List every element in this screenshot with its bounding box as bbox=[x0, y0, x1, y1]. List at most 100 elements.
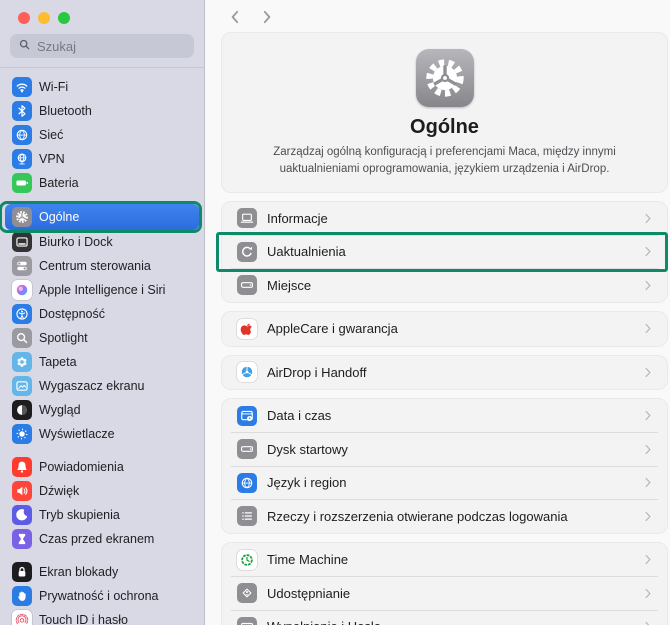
speaker-icon bbox=[12, 481, 32, 501]
sidebar-item-biurko-i-dock[interactable]: Biurko i Dock bbox=[5, 230, 199, 254]
sidebar-item-label: Prywatność i ochrona bbox=[39, 589, 159, 603]
back-button[interactable] bbox=[227, 9, 243, 25]
sidebar-item-tapeta[interactable]: Tapeta bbox=[5, 350, 199, 374]
settings-row-label: Miejsce bbox=[267, 277, 312, 293]
sidebar-item-centrum-sterowania[interactable]: Centrum sterowania bbox=[5, 254, 199, 278]
sidebar-item-wyswietlacze[interactable]: Wyświetlacze bbox=[5, 422, 199, 446]
sidebar-item-wyglad[interactable]: Wygląd bbox=[5, 398, 199, 422]
settings-row-wype-nianie-i-has-a[interactable]: Wypełnianie i Hasła bbox=[222, 609, 667, 625]
sidebar-item-bluetooth[interactable]: Bluetooth bbox=[5, 99, 199, 123]
sidebar-item-powiadomienia[interactable]: Powiadomienia bbox=[5, 455, 199, 479]
sidebar-item-apple-intelligence-i-siri[interactable]: Apple Intelligence i Siri bbox=[5, 278, 199, 302]
settings-row-data-i-czas[interactable]: Data i czas bbox=[222, 399, 667, 433]
sidebar-item-dostepnosc[interactable]: Dostępność bbox=[5, 302, 199, 326]
settings-row-label: Data i czas bbox=[267, 408, 332, 424]
sidebar-item-touch-id-i-has-o[interactable]: Touch ID i hasło bbox=[5, 608, 199, 625]
settings-row-dysk-startowy[interactable]: Dysk startowy bbox=[222, 432, 667, 467]
sidebar-item-spotlight[interactable]: Spotlight bbox=[5, 326, 199, 350]
drive-icon bbox=[237, 275, 257, 296]
moon-icon bbox=[12, 505, 32, 525]
settings-row-label: Time Machine bbox=[267, 552, 349, 568]
sidebar-item-label: Tryb skupienia bbox=[39, 508, 120, 522]
chevron-right-icon bbox=[643, 444, 654, 455]
sidebar-item-prywatnosc-i-ochrona[interactable]: Prywatność i ochrona bbox=[5, 584, 199, 608]
minimize-button[interactable] bbox=[38, 12, 50, 24]
chevron-right-icon bbox=[643, 280, 654, 291]
settings-row-label: Rzeczy i rozszerzenia otwierane podczas … bbox=[267, 508, 568, 524]
search-input[interactable]: Szukaj bbox=[10, 34, 194, 58]
siri-icon bbox=[12, 280, 32, 300]
main-panel: Ogólne Zarządzaj ogólną konfiguracją i p… bbox=[205, 0, 670, 625]
sidebar-item-label: Apple Intelligence i Siri bbox=[39, 283, 166, 297]
sidebar-item-wi-fi[interactable]: Wi-Fi bbox=[5, 75, 199, 99]
settings-row-label: Wypełnianie i Hasła bbox=[267, 619, 381, 625]
battery-icon bbox=[12, 173, 32, 193]
settings-row-miejsce[interactable]: Miejsce bbox=[222, 268, 667, 303]
settings-row-udostepnianie[interactable]: Udostępnianie bbox=[222, 576, 667, 611]
forward-button[interactable] bbox=[259, 9, 275, 25]
sidebar-item-czas-przed-ekranem[interactable]: Czas przed ekranem bbox=[5, 527, 199, 551]
sidebar-item-label: Spotlight bbox=[39, 331, 88, 345]
hourglass-icon bbox=[12, 529, 32, 549]
chevron-right-icon bbox=[643, 367, 654, 378]
settings-row-rzeczy-i-rozszerzenia-otwierane-podczas-logowania[interactable]: Rzeczy i rozszerzenia otwierane podczas … bbox=[222, 499, 667, 534]
general-header-card: Ogólne Zarządzaj ogólną konfiguracją i p… bbox=[221, 32, 668, 193]
laptop-icon bbox=[237, 208, 257, 229]
globe-icon bbox=[237, 472, 257, 493]
globe-icon bbox=[12, 125, 32, 145]
sidebar-item-label: Wygląd bbox=[39, 403, 81, 417]
access-icon bbox=[12, 304, 32, 324]
sidebar-item-label: Sieć bbox=[39, 128, 64, 142]
airdrop-icon bbox=[237, 362, 257, 383]
sidebar-item-siec[interactable]: Sieć bbox=[5, 123, 199, 147]
wifi-icon bbox=[12, 77, 32, 97]
settings-card: Informacje Uaktualnienia Miejsce bbox=[216, 200, 668, 303]
saver-icon bbox=[12, 376, 32, 396]
bell-icon bbox=[12, 457, 32, 477]
sidebar: Szukaj Wi-Fi Bluetooth Sieć VPN Bateria Ogóln… bbox=[0, 0, 205, 625]
chevron-right-icon bbox=[643, 246, 654, 257]
drive-icon bbox=[237, 439, 257, 460]
datetime-icon bbox=[237, 405, 257, 426]
settings-row-label: AppleCare i gwarancja bbox=[267, 321, 398, 337]
dock-icon bbox=[12, 232, 32, 252]
sidebar-group: Powiadomienia Dźwięk Tryb skupienia Czas pr… bbox=[5, 455, 199, 551]
sidebar-group: Ogólne Biurko i Dock Centrum sterowania App… bbox=[0, 201, 202, 446]
chevron-right-icon bbox=[643, 323, 654, 334]
settings-card: Data i czas Dysk startowy Język i region Rz… bbox=[221, 398, 668, 534]
settings-card: AirDrop i Handoff bbox=[221, 354, 668, 390]
settings-row-airdrop-i-handoff[interactable]: AirDrop i Handoff bbox=[222, 356, 667, 390]
settings-row-uaktualnienia[interactable]: Uaktualnienia bbox=[216, 232, 668, 272]
settings-row-time-machine[interactable]: Time Machine bbox=[222, 543, 667, 577]
sidebar-item-dzwiek[interactable]: Dźwięk bbox=[5, 479, 199, 503]
chevron-right-icon bbox=[643, 410, 654, 421]
chevron-right-icon bbox=[643, 588, 654, 599]
chevron-right-icon bbox=[643, 511, 654, 522]
sun-icon bbox=[12, 424, 32, 444]
settings-row-label: Dysk startowy bbox=[267, 441, 348, 457]
apple-icon bbox=[237, 318, 257, 339]
sidebar-item-wygaszacz-ekranu[interactable]: Wygaszacz ekranu bbox=[5, 374, 199, 398]
sidebar-item-ogolne[interactable]: Ogólne bbox=[0, 201, 202, 233]
appearance-icon bbox=[12, 400, 32, 420]
sidebar-item-vpn[interactable]: VPN bbox=[5, 147, 199, 171]
bluetooth-icon bbox=[12, 101, 32, 121]
zoom-button[interactable] bbox=[58, 12, 70, 24]
close-button[interactable] bbox=[18, 12, 30, 24]
form-icon bbox=[237, 616, 257, 625]
settings-row-jezyk-i-region[interactable]: Język i region bbox=[222, 465, 667, 500]
sidebar-item-label: VPN bbox=[39, 152, 65, 166]
sidebar-item-bateria[interactable]: Bateria bbox=[5, 171, 199, 195]
sidebar-item-label: Czas przed ekranem bbox=[39, 532, 155, 546]
flower-icon bbox=[12, 352, 32, 372]
settings-groups: Informacje Uaktualnienia Miejsce AppleCare … bbox=[216, 200, 668, 625]
sidebar-item-ekran-blokady[interactable]: Ekran blokady bbox=[5, 560, 199, 584]
sidebar-item-tryb-skupienia[interactable]: Tryb skupienia bbox=[5, 503, 199, 527]
settings-row-informacje[interactable]: Informacje bbox=[222, 202, 667, 236]
settings-row-applecare-i-gwarancja[interactable]: AppleCare i gwarancja bbox=[222, 312, 667, 346]
sidebar-item-label: Wi-Fi bbox=[39, 80, 69, 94]
lock-icon bbox=[12, 562, 32, 582]
sidebar-item-label: Wyświetlacze bbox=[39, 427, 115, 441]
chevron-right-icon bbox=[643, 621, 654, 625]
magnifier-icon bbox=[12, 328, 32, 348]
